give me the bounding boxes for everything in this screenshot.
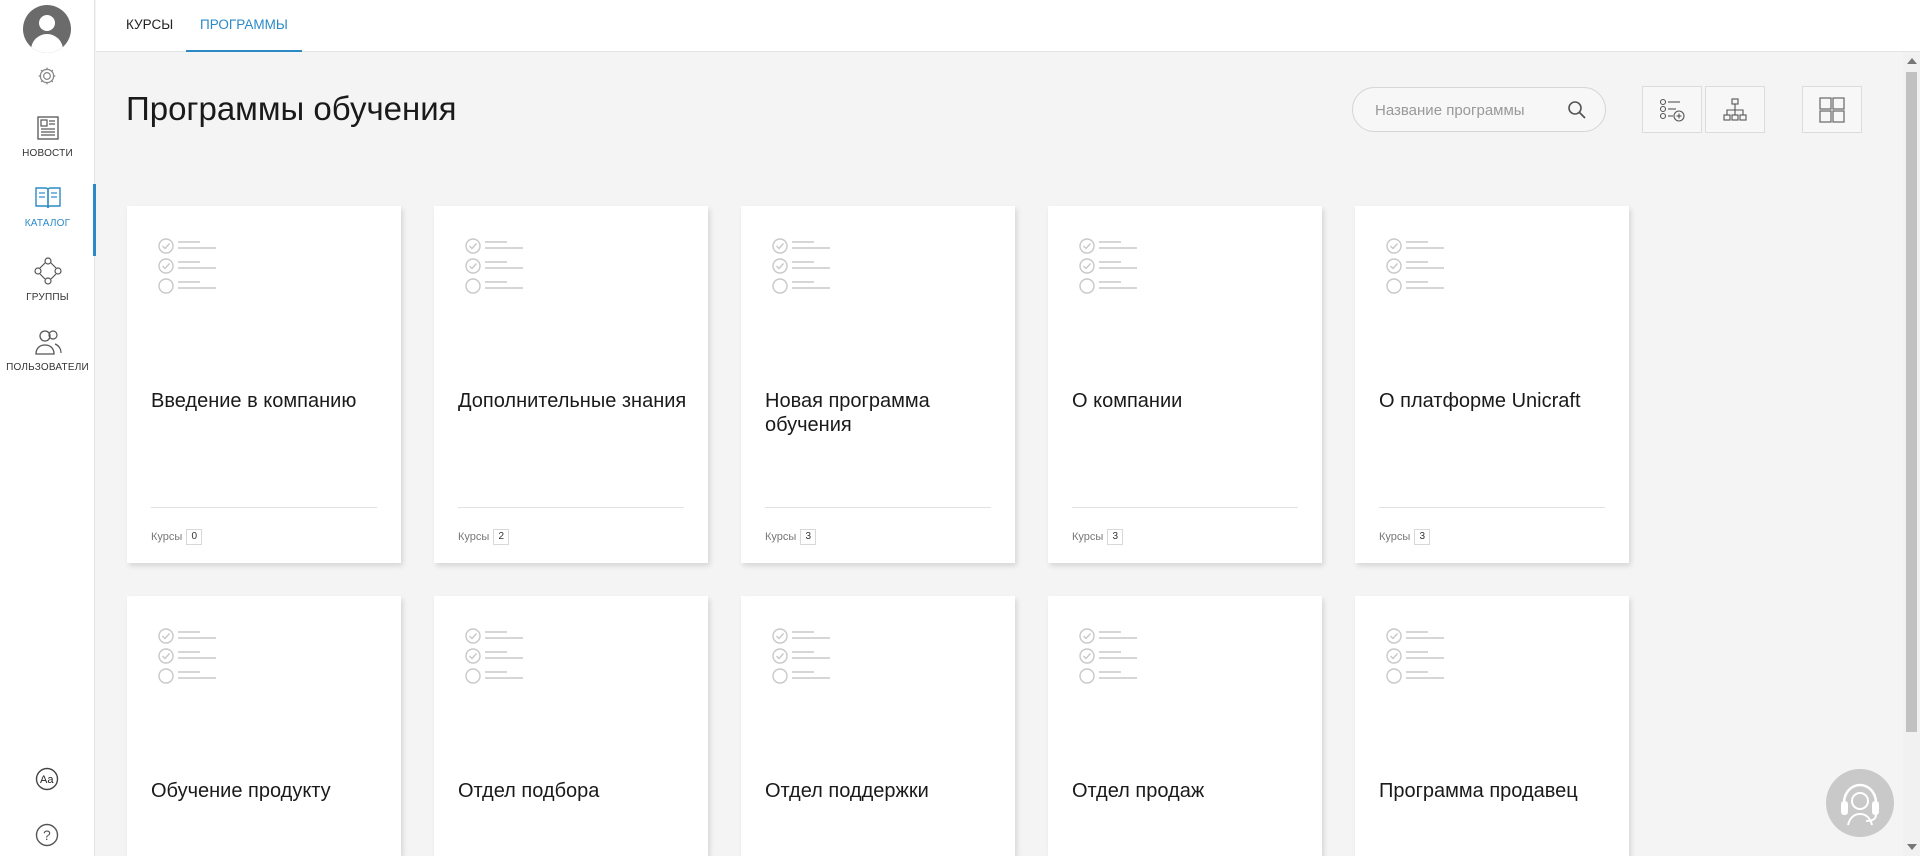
scroll-up-icon[interactable]: [1907, 58, 1917, 64]
font-size-icon[interactable]: Aa: [35, 767, 59, 791]
hierarchy-icon: [1723, 97, 1747, 121]
support-chat-button[interactable]: [1826, 769, 1894, 837]
program-card[interactable]: Программа продавец: [1355, 596, 1629, 856]
card-divider: [1072, 507, 1298, 508]
grid-view-button[interactable]: [1802, 86, 1862, 133]
svg-text:Aa: Aa: [40, 774, 54, 786]
checklist-icon: [1079, 628, 1137, 684]
checklist-icon: [465, 238, 523, 294]
card-title: Отдел продаж: [1072, 780, 1205, 802]
courses-count-badge: 3: [1107, 529, 1124, 545]
sidebar: НОВОСТИ КАТАЛОГ ГРУППЫ ПОЛЬЗОВАТЕЛИ Aa ?: [0, 0, 96, 856]
add-program-button[interactable]: [1642, 86, 1702, 133]
svg-text:?: ?: [43, 827, 51, 843]
courses-count-badge: 2: [493, 529, 510, 545]
program-card[interactable]: Обучение продукту: [127, 596, 401, 856]
grid-icon: [1819, 96, 1845, 123]
card-title: О платформе Unicraft: [1379, 390, 1581, 412]
card-divider: [458, 507, 684, 508]
program-card[interactable]: О компании Курсы 3: [1048, 206, 1322, 563]
sidebar-item-users[interactable]: ПОЛЬЗОВАТЕЛИ: [0, 328, 95, 394]
card-footer: Курсы 0: [151, 529, 203, 545]
card-title: Отдел поддержки: [765, 780, 929, 802]
card-footer: Курсы 3: [1072, 529, 1124, 545]
program-card[interactable]: Отдел подбора: [434, 596, 708, 856]
program-card[interactable]: Дополнительные знания Курсы 2: [434, 206, 708, 563]
program-card[interactable]: Новая программа обучения Курсы 3: [741, 206, 1015, 563]
headset-icon: [1841, 783, 1879, 826]
courses-label: Курсы: [1379, 530, 1411, 543]
book-icon: [34, 187, 61, 209]
sidebar-item-label: ГРУППЫ: [26, 292, 69, 303]
gear-icon[interactable]: [37, 66, 57, 86]
groups-icon: [33, 257, 62, 285]
sidebar-item-groups[interactable]: ГРУППЫ: [0, 256, 95, 322]
card-title: Программа продавец: [1379, 780, 1578, 802]
search-input[interactable]: [1375, 100, 1565, 120]
page-scrollbar[interactable]: [1903, 52, 1920, 856]
page-title: Программы обучения: [126, 90, 457, 127]
card-title: Введение в компанию: [151, 390, 357, 412]
users-icon: [34, 330, 62, 355]
checklist-add-icon: [1659, 98, 1685, 122]
card-title: Обучение продукту: [151, 780, 331, 802]
checklist-icon: [772, 628, 830, 684]
checklist-icon: [1386, 238, 1444, 294]
courses-count-badge: 3: [1414, 529, 1431, 545]
card-title: Новая программа обучения: [765, 390, 930, 436]
program-card[interactable]: Отдел поддержки: [741, 596, 1015, 856]
card-title: Дополнительные знания: [458, 390, 687, 412]
program-card[interactable]: Отдел продаж: [1048, 596, 1322, 856]
courses-count-badge: 0: [186, 529, 203, 545]
scroll-thumb[interactable]: [1906, 72, 1917, 732]
courses-label: Курсы: [151, 530, 183, 543]
checklist-icon: [158, 238, 216, 294]
card-footer: Курсы 3: [1379, 529, 1431, 545]
program-card[interactable]: О платформе Unicraft Курсы 3: [1355, 206, 1629, 563]
program-card[interactable]: Введение в компанию Курсы 0: [127, 206, 401, 563]
card-divider: [1379, 507, 1605, 508]
sidebar-item-label: НОВОСТИ: [22, 148, 73, 159]
card-title: Отдел подбора: [458, 780, 600, 802]
top-tabs-bar: КУРСЫ ПРОГРАММЫ: [96, 0, 1920, 52]
avatar[interactable]: [23, 5, 71, 53]
structure-view-button[interactable]: [1705, 86, 1765, 133]
tab-programs[interactable]: ПРОГРАММЫ: [186, 0, 302, 52]
checklist-icon: [465, 628, 523, 684]
sidebar-item-label: ПОЛЬЗОВАТЕЛИ: [6, 362, 89, 373]
card-footer: Курсы 3: [765, 529, 817, 545]
sidebar-item-catalog[interactable]: КАТАЛОГ: [0, 184, 96, 256]
tab-courses[interactable]: КУРСЫ: [126, 0, 173, 52]
courses-label: Курсы: [458, 530, 490, 543]
checklist-icon: [158, 628, 216, 684]
courses-label: Курсы: [1072, 530, 1104, 543]
search-box: [1352, 87, 1606, 132]
card-divider: [151, 507, 377, 508]
card-footer: Курсы 2: [458, 529, 510, 545]
checklist-icon: [1386, 628, 1444, 684]
courses-label: Курсы: [765, 530, 797, 543]
card-divider: [765, 507, 991, 508]
search-icon[interactable]: [1567, 100, 1587, 120]
courses-count-badge: 3: [800, 529, 817, 545]
scroll-down-icon[interactable]: [1907, 844, 1917, 850]
card-title: О компании: [1072, 390, 1183, 412]
checklist-icon: [1079, 238, 1137, 294]
sidebar-item-label: КАТАЛОГ: [24, 218, 71, 229]
checklist-icon: [772, 238, 830, 294]
sidebar-item-news[interactable]: НОВОСТИ: [0, 114, 95, 180]
help-icon[interactable]: ?: [35, 823, 59, 847]
newspaper-icon: [36, 116, 59, 140]
